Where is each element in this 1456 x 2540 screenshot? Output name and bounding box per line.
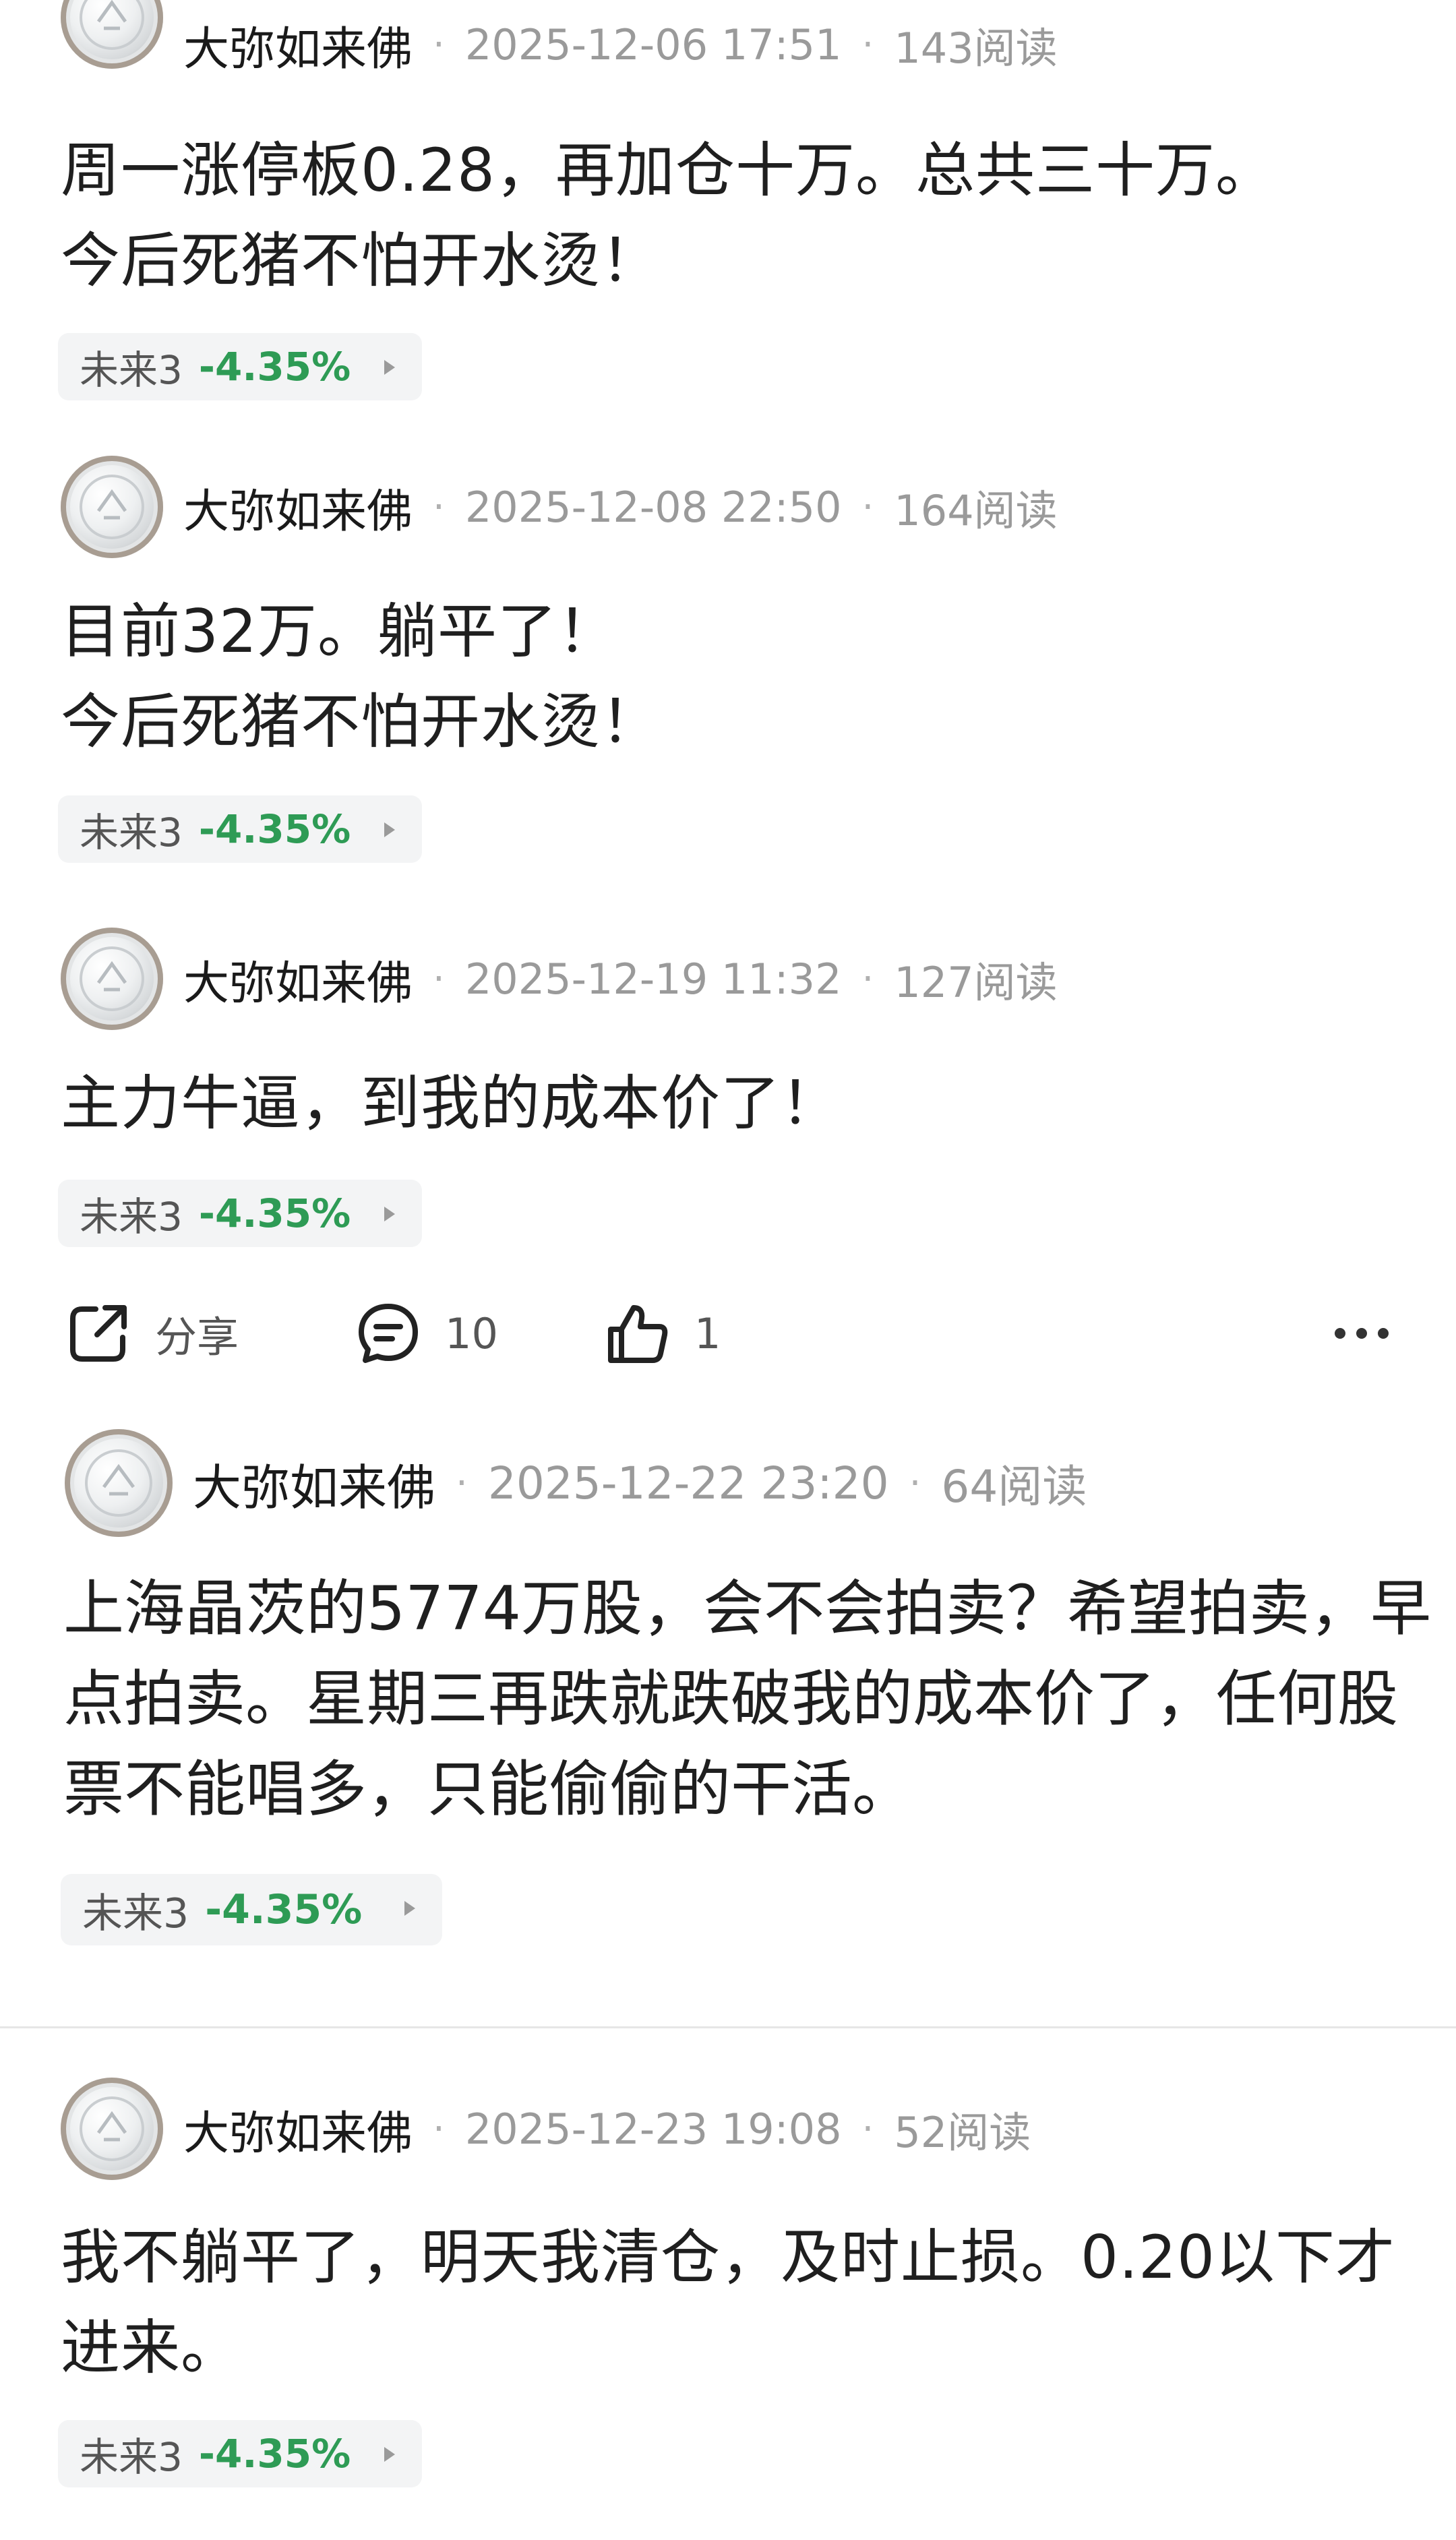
comment-count: 10 [445, 1308, 498, 1358]
comment-icon [359, 1304, 418, 1363]
post-header: 大弥如来佛 · 2025-12-06 17:51 · 143阅读 [0, 0, 1456, 108]
read-count: 143阅读 [894, 24, 1058, 73]
separator-dot: · [861, 22, 874, 67]
thumbs-up-icon [608, 1305, 668, 1363]
post-content[interactable]: 上海晶茨的5774万股，会不会拍卖？希望拍卖，早 点拍卖。星期三再跌就跌破我的成… [63, 1564, 1456, 1835]
avatar[interactable] [65, 1429, 173, 1537]
post-actions-bar: 分享 10 1 [0, 1293, 1456, 1374]
post-date: 2025-12-06 17:51 [464, 20, 842, 69]
caret-right-icon [384, 1207, 395, 1221]
read-count: 127阅读 [894, 958, 1058, 1007]
stock-tag[interactable]: 未来3 -4.35% [58, 1180, 422, 1247]
comment-button[interactable]: 10 [355, 1293, 498, 1374]
post-header: 大弥如来佛 · 2025-12-08 22:50 · 164阅读 [0, 456, 1456, 564]
post-header: 大弥如来佛 · 2025-12-23 19:08 · 52阅读 [0, 2078, 1456, 2185]
post-date: 2025-12-22 23:20 [487, 1457, 889, 1509]
stock-change: -4.35% [198, 2431, 351, 2477]
avatar[interactable] [61, 0, 163, 69]
more-button[interactable] [1328, 1293, 1395, 1374]
stock-change: -4.35% [198, 806, 351, 852]
caret-right-icon [384, 822, 395, 837]
separator-dot: · [433, 957, 445, 1001]
stock-name: 未来3 [80, 347, 183, 393]
section-divider [0, 2026, 1456, 2028]
stock-tag[interactable]: 未来3 -4.35% [58, 2420, 422, 2487]
separator-dot: · [909, 1461, 921, 1505]
post-content[interactable]: 主力牛逼，到我的成本价了！ [61, 1058, 1456, 1149]
more-icon [1335, 1328, 1389, 1339]
avatar[interactable] [61, 456, 163, 558]
coin-avatar-icon [80, 2096, 144, 2161]
stock-name: 未来3 [82, 1889, 189, 1937]
read-count: 52阅读 [894, 2108, 1031, 2157]
post-meta: 大弥如来佛 · 2025-12-22 23:20 · 64阅读 [193, 1451, 1087, 1516]
post-content[interactable]: 我不躺平了，明天我清仓，及时止损。0.20以下才 进来。 [61, 2212, 1456, 2393]
post-date: 2025-12-08 22:50 [464, 482, 842, 532]
read-count: 64阅读 [941, 1461, 1087, 1513]
read-count: 164阅读 [894, 486, 1058, 535]
avatar[interactable] [61, 928, 163, 1030]
post-meta: 大弥如来佛 · 2025-12-23 19:08 · 52阅读 [183, 2096, 1031, 2161]
like-count: 1 [694, 1308, 721, 1358]
separator-dot: · [861, 2107, 874, 2151]
separator-dot: · [433, 2107, 445, 2151]
share-button[interactable]: 分享 [65, 1293, 239, 1374]
avatar[interactable] [61, 2078, 163, 2180]
post-date: 2025-12-23 19:08 [464, 2104, 842, 2154]
post-content[interactable]: 周一涨停板0.28，再加仓十万。总共三十万。 今后死猪不怕开水烫！ [61, 125, 1456, 306]
stock-change: -4.35% [198, 344, 351, 390]
coin-avatar-icon [80, 946, 144, 1011]
author-name[interactable]: 大弥如来佛 [183, 474, 413, 541]
stock-name: 未来3 [80, 2434, 183, 2480]
stock-name: 未来3 [80, 810, 183, 855]
coin-avatar-icon [85, 1449, 152, 1517]
stock-name: 未来3 [80, 1194, 183, 1240]
author-name[interactable]: 大弥如来佛 [183, 946, 413, 1012]
post-header: 大弥如来佛 · 2025-12-22 23:20 · 64阅读 [0, 1429, 1456, 1537]
caret-right-icon [384, 2447, 395, 2462]
like-button[interactable]: 1 [604, 1293, 721, 1374]
stock-tag[interactable]: 未来3 -4.35% [61, 1874, 442, 1945]
post-date: 2025-12-19 11:32 [464, 954, 842, 1004]
post-meta: 大弥如来佛 · 2025-12-06 17:51 · 143阅读 [183, 12, 1058, 77]
caret-right-icon [384, 360, 395, 375]
coin-avatar-icon [80, 475, 144, 539]
caret-right-icon [404, 1901, 415, 1916]
stock-change: -4.35% [205, 1886, 363, 1933]
post-meta: 大弥如来佛 · 2025-12-19 11:32 · 127阅读 [183, 946, 1058, 1011]
stock-tag[interactable]: 未来3 -4.35% [58, 333, 422, 400]
author-name[interactable]: 大弥如来佛 [183, 11, 413, 78]
author-name[interactable]: 大弥如来佛 [193, 1448, 435, 1519]
stock-change: -4.35% [198, 1190, 351, 1236]
separator-dot: · [861, 485, 874, 529]
share-label: 分享 [155, 1312, 239, 1362]
separator-dot: · [861, 957, 874, 1001]
post-meta: 大弥如来佛 · 2025-12-08 22:50 · 164阅读 [183, 475, 1058, 539]
separator-dot: · [433, 22, 445, 67]
author-name[interactable]: 大弥如来佛 [183, 2096, 413, 2163]
separator-dot: · [456, 1461, 468, 1505]
stock-tag[interactable]: 未来3 -4.35% [58, 795, 422, 863]
separator-dot: · [433, 485, 445, 529]
post-header: 大弥如来佛 · 2025-12-19 11:32 · 127阅读 [0, 928, 1456, 1035]
coin-avatar-icon [80, 0, 144, 50]
share-icon [70, 1305, 127, 1362]
post-content[interactable]: 目前32万。躺平了！ 今后死猪不怕开水烫！ [61, 586, 1456, 767]
